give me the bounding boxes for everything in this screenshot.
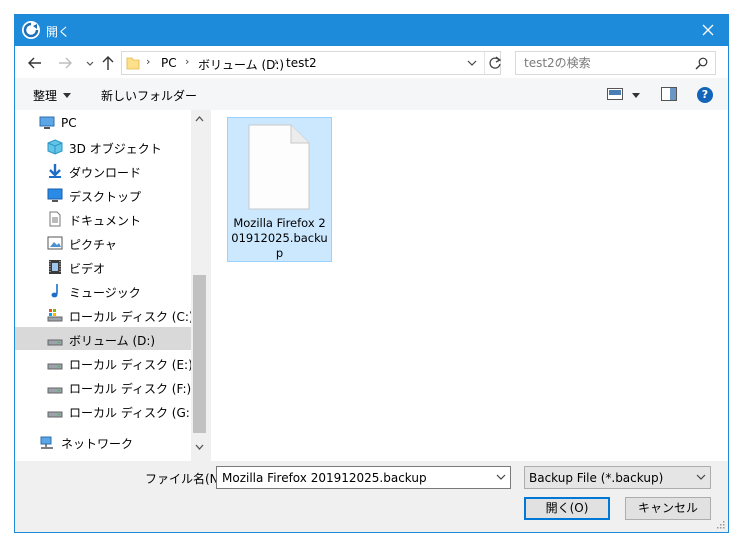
- open-dialog: 開く › PC › ボリューム (D:) › test2 test2の検索 整理…: [14, 14, 729, 533]
- drive-icon: [47, 339, 63, 346]
- sidebar-item[interactable]: ダウンロード: [15, 159, 191, 182]
- back-arrow-icon[interactable]: [26, 54, 44, 72]
- file-name: Mozilla Firefox 201912025.backup: [231, 216, 328, 260]
- drive-icon: [47, 387, 63, 394]
- vertical-scrollbar[interactable]: [191, 110, 208, 461]
- close-button[interactable]: [688, 15, 728, 46]
- music-icon: [51, 284, 58, 298]
- recent-locations-chevron-icon[interactable]: [81, 54, 99, 72]
- sidebar-item[interactable]: ボリューム (D:): [15, 327, 191, 350]
- scroll-down-icon[interactable]: [195, 444, 204, 450]
- chevron-right-icon: ›: [274, 55, 279, 68]
- sidebar-item[interactable]: 3D オブジェクト: [15, 135, 191, 158]
- sidebar-item[interactable]: ローカル ディスク (F:): [15, 375, 191, 398]
- navigation-bar: › PC › ボリューム (D:) › test2: [15, 46, 728, 78]
- desktop-icon: [47, 188, 63, 202]
- file-list: Mozilla Firefox 201912025.backup: [211, 110, 728, 461]
- search-icon[interactable]: [695, 57, 708, 70]
- command-bar: 整理 新しいフォルダー ?: [15, 78, 728, 110]
- sidebar-item[interactable]: ローカル ディスク (C:): [15, 303, 194, 326]
- resize-grip-icon[interactable]: [715, 519, 725, 529]
- sidebar-item[interactable]: デスクトップ: [15, 183, 191, 206]
- cancel-button[interactable]: キャンセル: [625, 497, 711, 520]
- chevron-down-icon[interactable]: [696, 474, 706, 481]
- video-icon: [49, 260, 61, 274]
- document-icon: [49, 211, 61, 227]
- file-item[interactable]: Mozilla Firefox 201912025.backup: [227, 117, 332, 262]
- sidebar-item-label: 3D オブジェクト: [69, 142, 162, 156]
- sidebar-item[interactable]: ビデオ: [15, 255, 191, 278]
- window-title: 開く: [46, 25, 71, 39]
- up-arrow-icon[interactable]: [99, 54, 117, 72]
- sidebar-item-label: デスクトップ: [69, 190, 142, 204]
- sidebar-item-label: ミュージック: [69, 286, 141, 300]
- breadcrumb-pc[interactable]: PC: [161, 56, 177, 70]
- pictures-icon: [47, 236, 63, 250]
- help-icon[interactable]: ?: [697, 87, 713, 103]
- sidebar-item[interactable]: ローカル ディスク (G:): [15, 399, 195, 422]
- close-icon: [702, 24, 714, 36]
- divider: [484, 52, 485, 74]
- network-icon: [40, 436, 53, 449]
- chevron-down-icon[interactable]: [466, 57, 478, 69]
- chevron-down-icon[interactable]: [496, 474, 506, 481]
- breadcrumb-volume-d[interactable]: ボリューム (D:): [198, 56, 284, 73]
- search-box[interactable]: [515, 51, 716, 75]
- sidebar-item-label: ローカル ディスク (G:): [69, 406, 195, 420]
- navigation-pane: PC 3D オブジェクト ダウンロード デスクトップ ドキュメント ピクチャビデオミュージ…: [15, 110, 208, 461]
- drive-icon: [47, 411, 63, 418]
- filename-value[interactable]: Mozilla Firefox 201912025.backup: [222, 471, 427, 485]
- sidebar-item-label: ダウンロード: [69, 166, 142, 180]
- app-icon: [22, 21, 40, 39]
- sidebar-item-label: ローカル ディスク (F:): [69, 382, 192, 396]
- preview-pane-icon[interactable]: [661, 87, 677, 101]
- sidebar-item[interactable]: ネットワーク: [15, 430, 191, 453]
- sidebar-item[interactable]: ピクチャ: [15, 231, 191, 254]
- address-bar[interactable]: › PC › ボリューム (D:) › test2: [121, 51, 502, 75]
- sidebar-item-label: ボリューム (D:): [69, 334, 156, 348]
- chevron-right-icon: ›: [185, 55, 190, 68]
- open-button[interactable]: 開く(O): [524, 497, 610, 520]
- sidebar-item[interactable]: ローカル ディスク (E:): [15, 351, 193, 374]
- drive-icon: [47, 363, 63, 370]
- file-icon: [248, 124, 310, 210]
- title-bar: 開く: [15, 15, 728, 46]
- sidebar-item-label: ピクチャ: [69, 238, 117, 252]
- scroll-up-icon[interactable]: [195, 116, 204, 122]
- sidebar-item-label: ローカル ディスク (E:): [69, 358, 193, 372]
- view-options-icon[interactable]: [607, 88, 623, 100]
- sidebar-item-label: PC: [61, 116, 77, 130]
- breadcrumb-test2[interactable]: test2: [286, 56, 317, 70]
- sidebar-item-label: ネットワーク: [61, 437, 134, 451]
- refresh-icon[interactable]: [488, 55, 502, 71]
- forward-arrow-icon[interactable]: [56, 54, 74, 72]
- chevron-down-icon[interactable]: [63, 93, 71, 98]
- sidebar-item[interactable]: ミュージック: [15, 279, 191, 302]
- scrollbar-thumb[interactable]: [193, 275, 206, 433]
- filename-field[interactable]: Mozilla Firefox 201912025.backup: [216, 466, 511, 489]
- search-input[interactable]: [516, 52, 686, 74]
- download-icon: [49, 164, 61, 178]
- sidebar-item[interactable]: PC: [15, 111, 191, 134]
- sidebar-item-label: ローカル ディスク (C:): [69, 310, 194, 324]
- sidebar-item[interactable]: ドキュメント: [15, 207, 191, 230]
- folder-icon: [126, 57, 140, 70]
- chevron-right-icon: ›: [146, 55, 151, 68]
- system-drive-icon: [47, 309, 63, 322]
- chevron-down-icon[interactable]: [632, 93, 640, 98]
- filetype-value: Backup File (*.backup): [529, 471, 664, 485]
- file-name-area: ファイル名(N): Mozilla Firefox 201912025.back…: [15, 461, 728, 532]
- pc-icon: [39, 116, 55, 129]
- organize-button[interactable]: 整理: [33, 87, 57, 104]
- sidebar-item-label: ドキュメント: [69, 214, 142, 228]
- 3d-objects-icon: [47, 139, 63, 155]
- filetype-select[interactable]: Backup File (*.backup): [524, 466, 711, 489]
- new-folder-button[interactable]: 新しいフォルダー: [101, 87, 197, 104]
- sidebar-item-label: ビデオ: [69, 262, 106, 276]
